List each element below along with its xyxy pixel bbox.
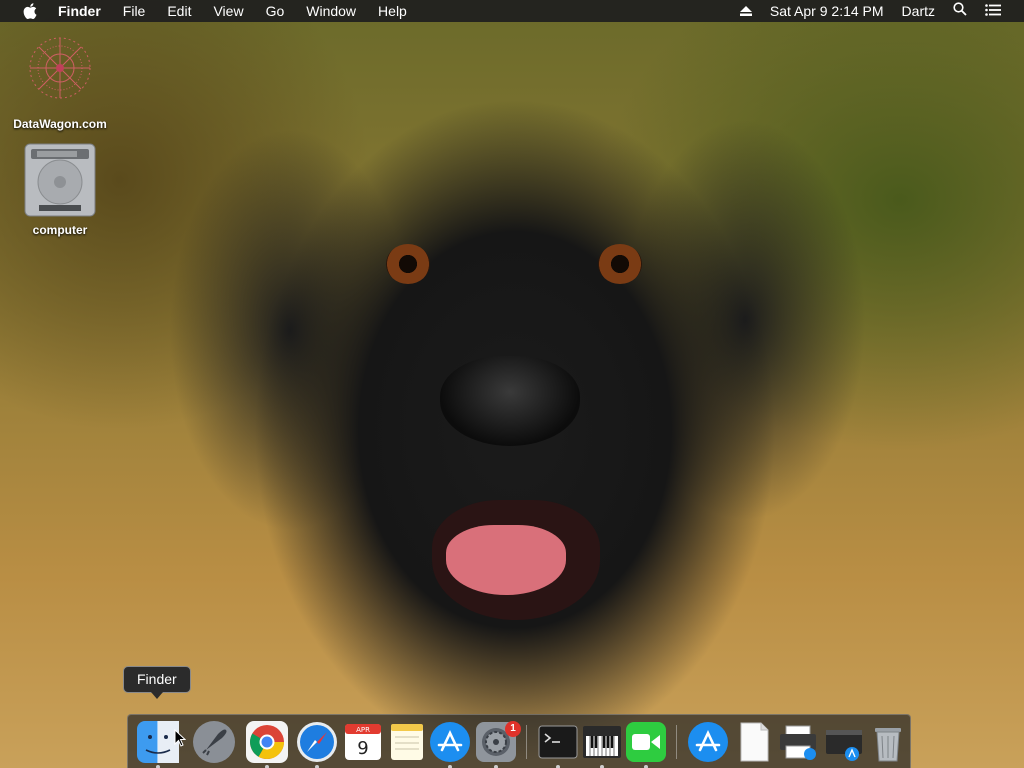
menu-edit[interactable]: Edit xyxy=(156,0,202,22)
eject-icon[interactable] xyxy=(731,0,761,22)
menu-window[interactable]: Window xyxy=(295,0,367,22)
dock-item-applications[interactable] xyxy=(686,720,730,764)
spotlight-search-icon[interactable] xyxy=(944,0,976,22)
datawagon-logo-icon xyxy=(22,37,98,115)
trash-icon xyxy=(866,720,910,764)
wallpaper-dog-right-eye xyxy=(598,244,642,284)
menubar-user[interactable]: Dartz xyxy=(893,0,944,22)
document-icon xyxy=(732,720,776,764)
wallpaper-dog-tongue xyxy=(446,525,566,595)
dock: APR 9 1 xyxy=(127,714,911,768)
dock-item-terminal[interactable] xyxy=(536,720,580,764)
installer-icon xyxy=(822,720,866,764)
mouse-cursor-icon xyxy=(174,728,187,752)
app-store-icon xyxy=(428,720,472,764)
dock-item-document[interactable] xyxy=(732,720,776,764)
menu-view[interactable]: View xyxy=(202,0,254,22)
notification-badge: 1 xyxy=(505,721,521,737)
calendar-day: 9 xyxy=(357,738,368,759)
menu-help[interactable]: Help xyxy=(367,0,418,22)
launchpad-icon xyxy=(192,720,236,764)
menu-app-finder[interactable]: Finder xyxy=(52,0,112,22)
dock-item-chrome[interactable] xyxy=(245,720,289,764)
dock-item-launchpad[interactable] xyxy=(192,720,236,764)
dock-item-calendar[interactable]: APR 9 xyxy=(341,720,385,764)
menu-file[interactable]: File xyxy=(112,0,157,22)
notification-center-icon[interactable] xyxy=(976,0,1010,22)
facetime-icon xyxy=(624,720,668,764)
desktop-icon-label: computer xyxy=(32,223,88,237)
desktop-icon-label: DataWagon.com xyxy=(13,117,107,131)
desktop-wallpaper: Finder File Edit View Go Window Help Sat… xyxy=(0,0,1024,768)
desktop-icon-computer[interactable]: computer xyxy=(0,142,120,237)
dock-separator xyxy=(676,725,677,759)
safari-icon xyxy=(295,720,339,764)
desktop-icon-datawagon[interactable]: DataWagon.com xyxy=(0,28,120,131)
printer-icon xyxy=(776,720,820,764)
wallpaper-dog-nose xyxy=(440,356,580,446)
menu-bar: Finder File Edit View Go Window Help Sat… xyxy=(0,0,1024,22)
applications-folder-icon xyxy=(686,720,730,764)
dock-item-app-store[interactable] xyxy=(428,720,472,764)
chrome-icon xyxy=(245,720,289,764)
dock-item-system-preferences[interactable]: 1 xyxy=(474,720,521,764)
calendar-month: APR xyxy=(356,726,370,734)
dock-item-notes[interactable] xyxy=(385,720,429,764)
piano-keyboard-icon xyxy=(580,720,624,764)
dock-item-safari[interactable] xyxy=(295,720,339,764)
wallpaper-dog-left-eye xyxy=(386,244,430,284)
dock-item-trash[interactable] xyxy=(866,720,910,764)
menubar-clock[interactable]: Sat Apr 9 2:14 PM xyxy=(761,0,893,22)
apple-icon[interactable] xyxy=(20,3,40,19)
dock-tooltip: Finder xyxy=(123,666,191,699)
menu-go[interactable]: Go xyxy=(255,0,296,22)
dock-item-installer[interactable] xyxy=(822,720,866,764)
notes-icon xyxy=(385,720,429,764)
hard-drive-icon xyxy=(23,143,97,221)
dock-item-facetime[interactable] xyxy=(624,720,668,764)
dock-item-piano[interactable] xyxy=(580,720,624,764)
dock-item-printer[interactable] xyxy=(776,720,820,764)
calendar-icon: APR 9 xyxy=(341,720,385,764)
terminal-icon xyxy=(536,720,580,764)
dock-separator xyxy=(526,725,527,759)
